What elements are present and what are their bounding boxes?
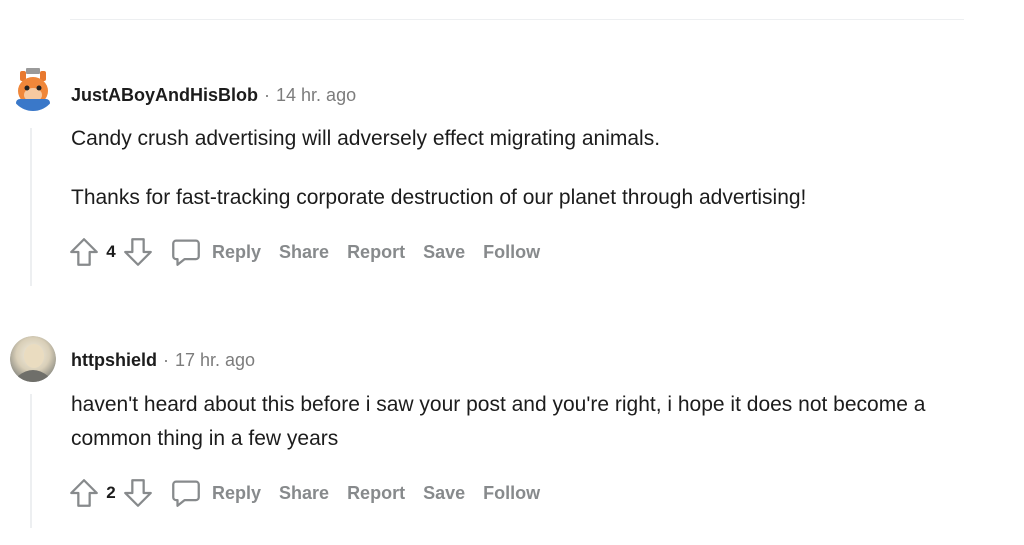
follow-button[interactable]: Follow — [483, 483, 540, 504]
avatar[interactable] — [10, 336, 56, 382]
comment-meta: JustABoyAndHisBlob · 14 hr. ago — [71, 84, 356, 106]
vote-score: 4 — [106, 242, 116, 261]
meta-separator: · — [264, 85, 271, 105]
share-button[interactable]: Share — [279, 483, 329, 504]
comment-paragraph: Candy crush advertising will adversely e… — [71, 127, 661, 150]
comment-actions: 2 Reply Share Report Save Follow — [66, 475, 540, 511]
comment-paragraph: haven't heard about this before i saw yo… — [71, 393, 926, 450]
reply-icon-button[interactable] — [168, 234, 204, 270]
avatar[interactable] — [10, 65, 56, 111]
comment-paragraph: Thanks for fast-tracking corporate destr… — [71, 186, 807, 209]
report-button[interactable]: Report — [347, 242, 405, 263]
author-name[interactable]: httpshield — [71, 350, 157, 370]
thread-line[interactable] — [30, 394, 32, 528]
reply-button[interactable]: Reply — [212, 483, 261, 504]
vote-score: 2 — [106, 483, 116, 502]
user-photo-avatar-icon — [10, 336, 56, 382]
share-button[interactable]: Share — [279, 242, 329, 263]
divider — [70, 19, 964, 20]
downvote-button[interactable] — [120, 234, 156, 270]
comment-bubble-icon — [172, 480, 200, 507]
comment-bubble-icon — [172, 239, 200, 266]
report-button[interactable]: Report — [347, 483, 405, 504]
author-name[interactable]: JustABoyAndHisBlob — [71, 85, 258, 105]
snoo-avatar-icon — [10, 65, 56, 111]
upvote-arrow-icon — [70, 479, 98, 507]
comment-body: haven't heard about this before i saw yo… — [71, 388, 931, 456]
downvote-button[interactable] — [120, 475, 156, 511]
save-button[interactable]: Save — [423, 483, 465, 504]
reply-button[interactable]: Reply — [212, 242, 261, 263]
previous-comment-clip — [70, 0, 190, 6]
downvote-arrow-icon — [124, 479, 152, 507]
upvote-button[interactable] — [66, 234, 102, 270]
comment-meta: httpshield · 17 hr. ago — [71, 349, 255, 371]
comment-body: Candy crush advertising will adversely e… — [71, 122, 951, 215]
downvote-arrow-icon — [124, 238, 152, 266]
save-button[interactable]: Save — [423, 242, 465, 263]
reply-icon-button[interactable] — [168, 475, 204, 511]
timestamp[interactable]: 17 hr. ago — [175, 350, 255, 370]
upvote-button[interactable] — [66, 475, 102, 511]
comment-actions: 4 Reply Share Report Save Follow — [66, 234, 540, 270]
follow-button[interactable]: Follow — [483, 242, 540, 263]
upvote-arrow-icon — [70, 238, 98, 266]
thread-line[interactable] — [30, 128, 32, 286]
timestamp[interactable]: 14 hr. ago — [276, 85, 356, 105]
meta-separator: · — [163, 350, 169, 370]
